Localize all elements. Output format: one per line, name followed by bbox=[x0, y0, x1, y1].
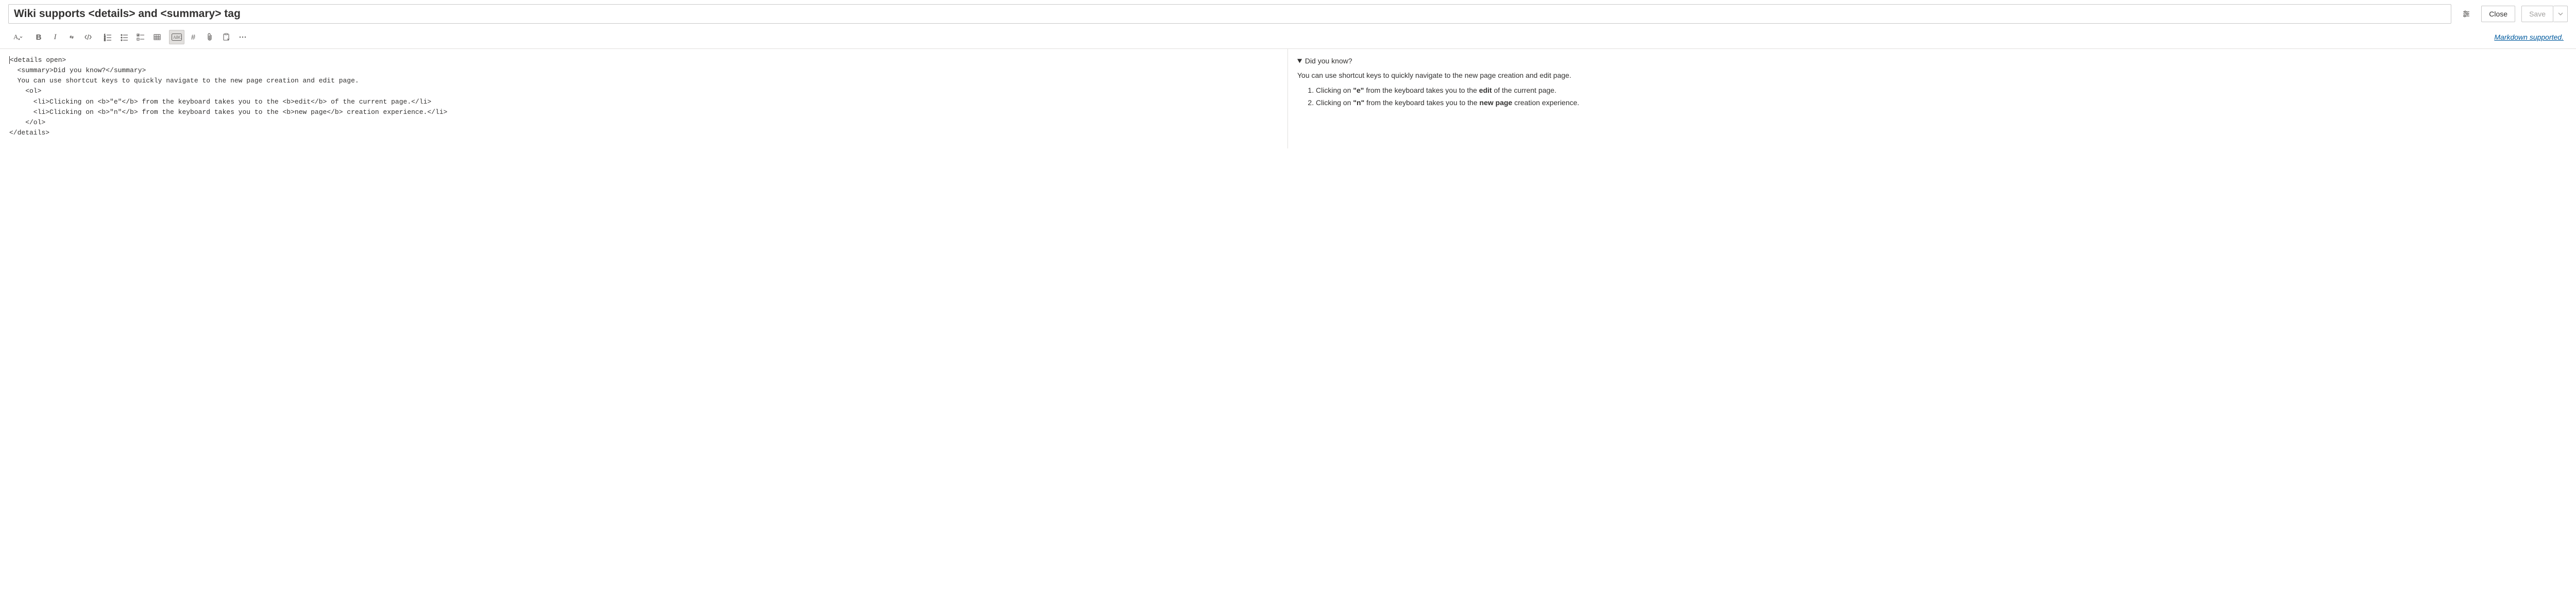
text: creation experience. bbox=[1512, 98, 1579, 107]
source-line: <summary>Did you know?</summary> bbox=[9, 66, 146, 74]
unordered-list-icon bbox=[120, 33, 128, 41]
hash-button[interactable]: # bbox=[185, 30, 201, 44]
paperclip-icon bbox=[206, 33, 213, 41]
checklist-icon bbox=[137, 33, 145, 41]
header-row: Close Save bbox=[0, 0, 2576, 28]
link-icon bbox=[67, 33, 76, 41]
text: of the current page. bbox=[1492, 86, 1556, 94]
save-dropdown-button[interactable] bbox=[2553, 6, 2568, 22]
source-line: </details> bbox=[9, 129, 49, 137]
text: from the keyboard takes you to the bbox=[1364, 86, 1479, 94]
page-title-input[interactable] bbox=[8, 4, 2451, 24]
sliders-icon bbox=[2462, 10, 2470, 18]
svg-text:3: 3 bbox=[104, 39, 106, 41]
bold-text: new page bbox=[1480, 98, 1513, 107]
text: Clicking on bbox=[1316, 86, 1353, 94]
italic-icon: I bbox=[54, 33, 57, 42]
attach-button[interactable] bbox=[202, 30, 217, 44]
bold-text: "e" bbox=[1353, 86, 1364, 94]
source-line: <details open> bbox=[10, 56, 66, 64]
bold-button[interactable]: B bbox=[31, 30, 46, 44]
table-icon bbox=[153, 33, 161, 41]
bold-text: "n" bbox=[1353, 98, 1364, 107]
wiki-editor-page: Close Save A B I bbox=[0, 0, 2576, 148]
paste-button[interactable] bbox=[218, 30, 234, 44]
bold-text: edit bbox=[1479, 86, 1492, 94]
mention-button[interactable]: ABC bbox=[169, 30, 184, 44]
ordered-list-icon: 123 bbox=[104, 33, 112, 41]
close-button[interactable]: Close bbox=[2481, 6, 2515, 22]
text-style-dropdown[interactable]: A bbox=[8, 30, 27, 44]
markdown-source-pane[interactable]: <details open> <summary>Did you know?</s… bbox=[0, 49, 1288, 148]
clipboard-icon bbox=[223, 33, 230, 41]
save-button[interactable]: Save bbox=[2521, 6, 2553, 22]
code-icon bbox=[84, 33, 92, 41]
preview-ordered-list: Clicking on "e" from the keyboard takes … bbox=[1316, 85, 2567, 109]
italic-button[interactable]: I bbox=[47, 30, 63, 44]
table-button[interactable] bbox=[149, 30, 165, 44]
editor-split: <details open> <summary>Did you know?</s… bbox=[0, 49, 2576, 148]
toolbar-left: A B I 123 bbox=[8, 30, 2494, 44]
editor-toolbar: A B I 123 bbox=[0, 28, 2576, 49]
preview-intro-text: You can use shortcut keys to quickly nav… bbox=[1297, 70, 2567, 81]
unordered-list-button[interactable] bbox=[116, 30, 132, 44]
ordered-list-button[interactable]: 123 bbox=[100, 30, 115, 44]
code-button[interactable] bbox=[80, 30, 96, 44]
abc-box-icon: ABC bbox=[172, 34, 182, 41]
source-line: <li>Clicking on <b>"e"</b> from the keyb… bbox=[9, 98, 431, 106]
preview-pane: Did you know? You can use shortcut keys … bbox=[1288, 49, 2576, 148]
bold-icon: B bbox=[36, 33, 42, 42]
ellipsis-icon bbox=[239, 33, 247, 41]
link-button[interactable] bbox=[64, 30, 79, 44]
preview-details[interactable]: Did you know? You can use shortcut keys … bbox=[1297, 55, 2567, 109]
svg-text:ABC: ABC bbox=[173, 35, 181, 40]
checklist-button[interactable] bbox=[133, 30, 148, 44]
more-button[interactable] bbox=[235, 30, 250, 44]
view-options-button[interactable] bbox=[2458, 6, 2475, 22]
markdown-supported-link[interactable]: Markdown supported. bbox=[2494, 33, 2568, 41]
preview-body: You can use shortcut keys to quickly nav… bbox=[1297, 70, 2567, 108]
font-color-icon: A bbox=[12, 33, 23, 41]
svg-text:A: A bbox=[13, 33, 19, 41]
source-line: <ol> bbox=[9, 87, 41, 95]
text: from the keyboard takes you to the bbox=[1364, 98, 1479, 107]
list-item: Clicking on "e" from the keyboard takes … bbox=[1316, 85, 2567, 96]
chevron-down-icon bbox=[2558, 11, 2563, 16]
hash-icon: # bbox=[191, 33, 195, 42]
source-line: <li>Clicking on <b>"n"</b> from the keyb… bbox=[9, 108, 447, 116]
text: Clicking on bbox=[1316, 98, 1353, 107]
save-split-button: Save bbox=[2521, 6, 2568, 22]
source-line: You can use shortcut keys to quickly nav… bbox=[9, 77, 359, 85]
source-line: </ol> bbox=[9, 119, 45, 126]
preview-summary[interactable]: Did you know? bbox=[1297, 55, 2567, 66]
list-item: Clicking on "n" from the keyboard takes … bbox=[1316, 97, 2567, 108]
